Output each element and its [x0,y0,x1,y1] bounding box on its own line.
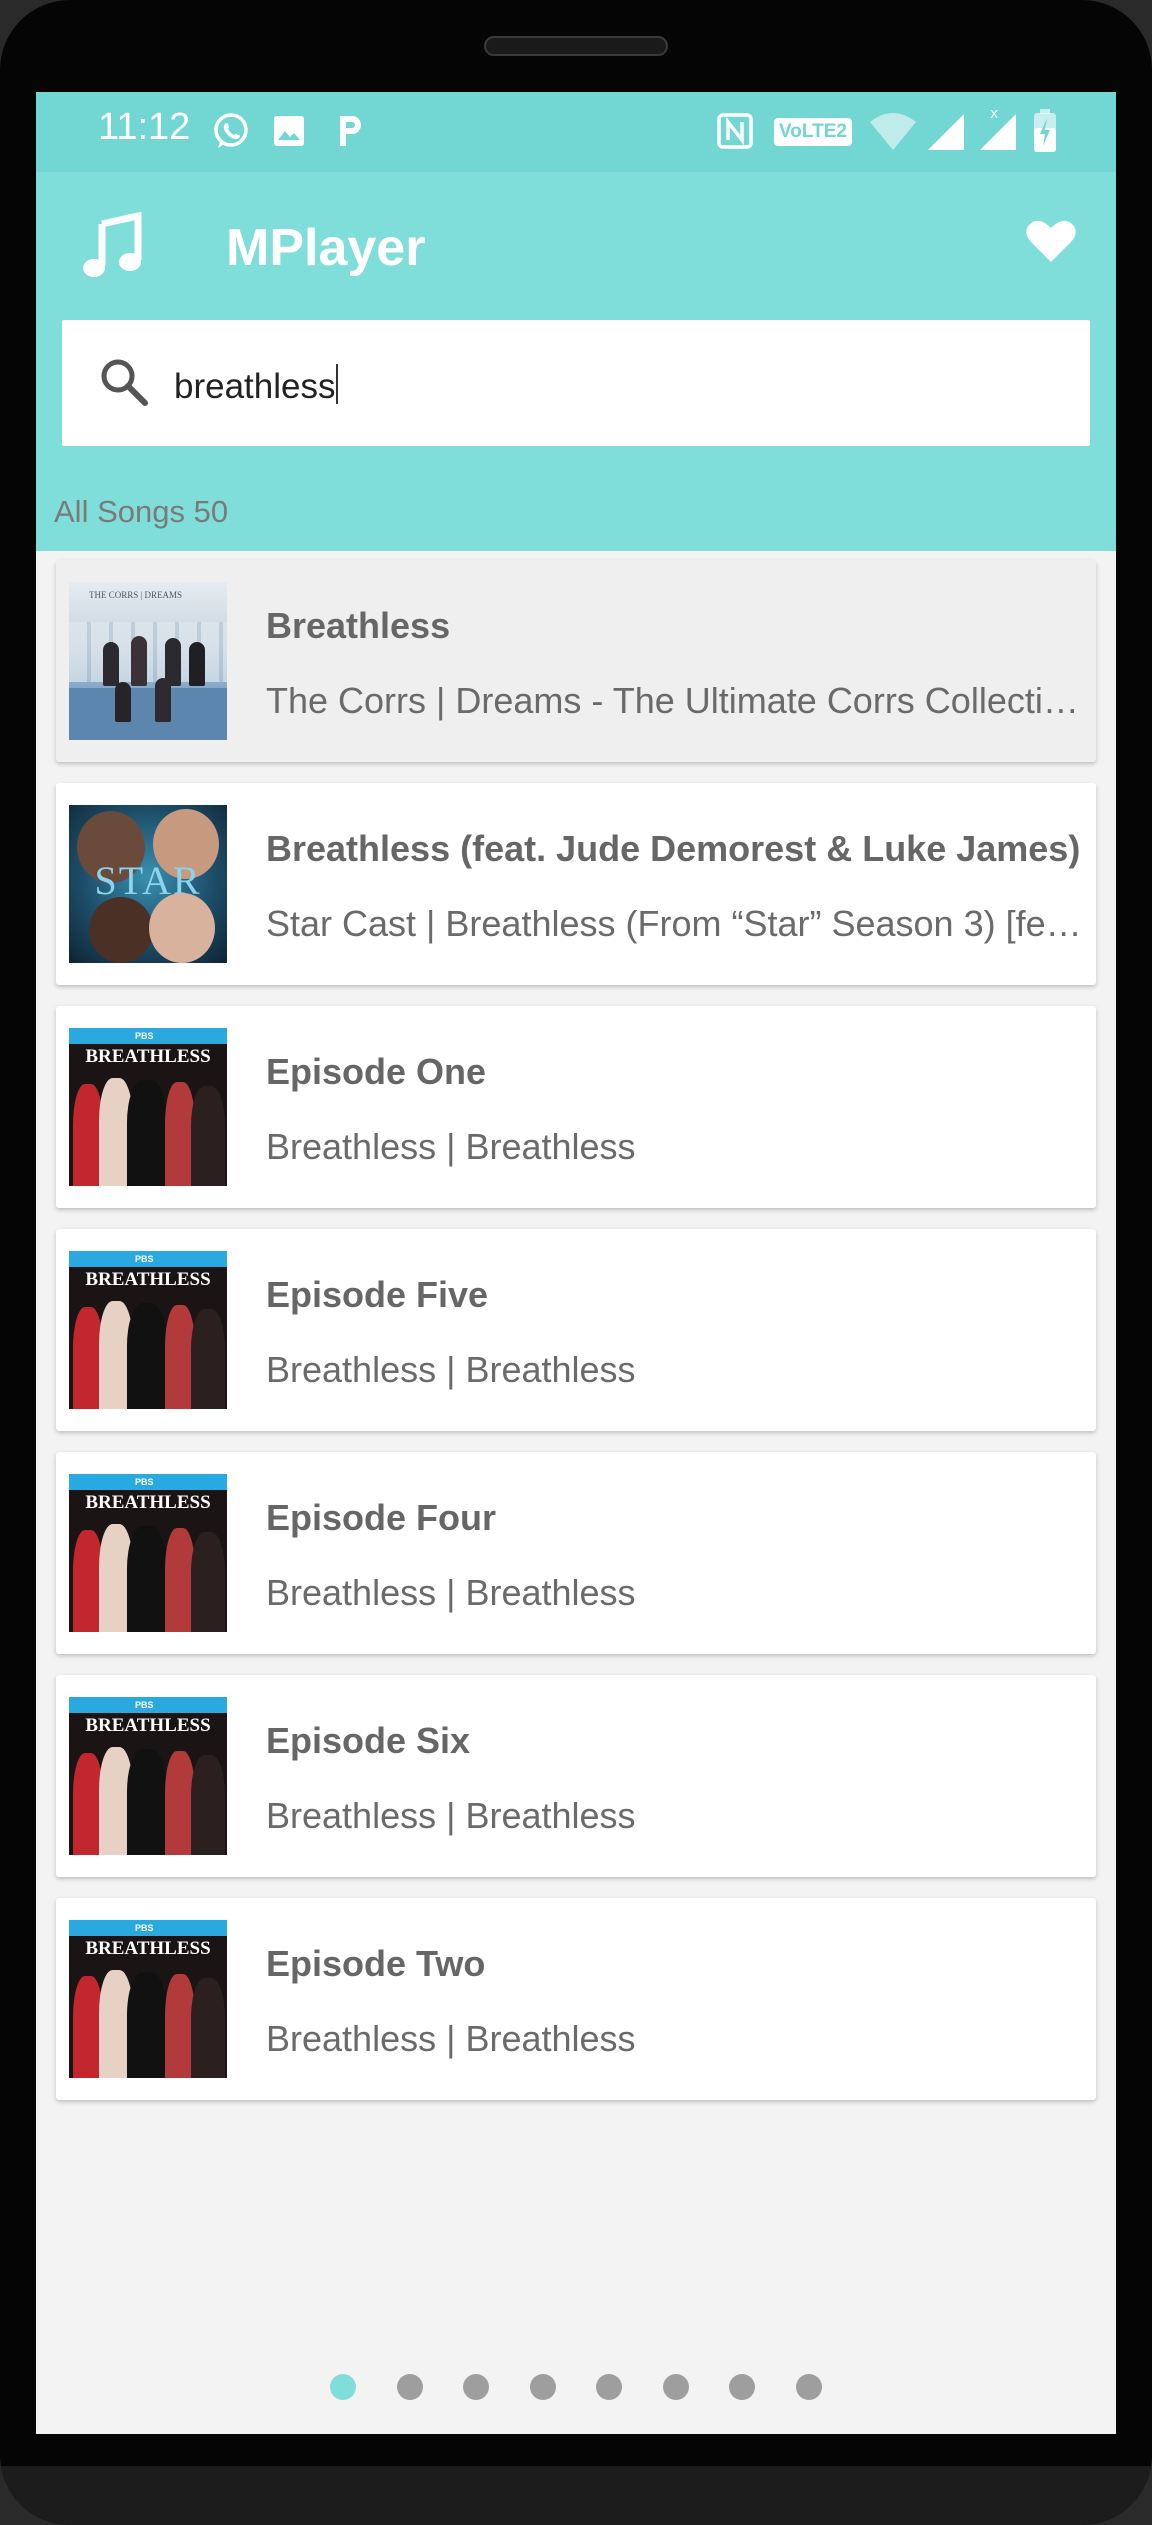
song-list-item[interactable]: PBS BREATHLESS Episode One Breathless | … [56,1006,1096,1208]
whatsapp-icon [214,113,248,148]
paytm-p-icon [340,116,361,146]
page-dot-5[interactable] [596,2374,623,2400]
song-list-item[interactable]: PBS BREATHLESS Episode Four Breathless |… [56,1452,1096,1654]
phone-frame: 11:12 VoLTE2 x MPlayer breathless All So… [0,0,1152,2525]
signal-2-icon: x [980,106,1016,150]
album-art-star-text: STAR [94,858,202,903]
phone-chin [0,2466,1152,2525]
song-list-item[interactable]: PBS BREATHLESS Episode Five Breathless |… [56,1229,1096,1431]
music-note-icon[interactable] [82,212,146,280]
svg-text:x: x [990,106,998,122]
song-subtitle: Breathless | Breathless [266,1572,636,1613]
heart-icon[interactable] [1026,218,1076,264]
search-value: breathless [174,367,336,406]
song-subtitle: Breathless | Breathless [266,1795,636,1836]
pbs-logo: PBS [135,1031,154,1041]
album-art-title: BREATHLESS [85,1269,211,1290]
song-title: Breathless [266,605,451,646]
album-art-caption: THE CORRS | DREAMS [89,590,183,600]
battery-icon [1034,109,1056,152]
text-cursor [336,364,339,404]
search-icon [101,359,148,406]
song-title: Episode Six [266,1720,471,1761]
song-list-item[interactable]: STAR Breathless (feat. Jude Demorest & L… [56,783,1096,985]
song-title: Episode Five [266,1274,489,1315]
album-art: THE CORRS | DREAMS [69,582,227,740]
signal-1-icon [928,114,964,150]
app-title: MPlayer [226,219,426,277]
all-songs-count-label: All Songs 50 [54,494,229,529]
song-subtitle: Star Cast | Breathless (From “Star” Seas… [266,903,1082,944]
page-dot-1[interactable] [330,2374,357,2400]
pbs-logo: PBS [135,1700,154,1710]
page-dot-6[interactable] [662,2374,689,2400]
status-time: 11:12 [98,106,191,148]
song-title: Episode Four [266,1497,497,1538]
song-list-item[interactable]: PBS BREATHLESS Episode Six Breathless | … [56,1675,1096,1877]
song-title: Episode Two [266,1943,486,1984]
song-subtitle: Breathless | Breathless [266,2018,636,2059]
wifi-icon [870,113,916,150]
song-list-item[interactable]: PBS BREATHLESS Episode Two Breathless | … [56,1898,1096,2100]
pbs-logo: PBS [135,1923,154,1933]
pbs-logo: PBS [135,1254,154,1264]
pbs-logo: PBS [135,1477,154,1487]
search-query-text[interactable]: breathless [174,364,339,407]
song-subtitle: The Corrs | Dreams - The Ultimate Corrs … [266,680,1082,721]
page-dot-2[interactable] [396,2374,423,2400]
song-title: Breathless (feat. Jude Demorest & Luke J… [266,828,1081,869]
song-subtitle: Breathless | Breathless [266,1349,636,1390]
page-dot-4[interactable] [529,2374,556,2400]
song-list-item[interactable]: THE CORRS | DREAMS Breathless The Corrs … [56,560,1096,762]
nfc-icon [717,113,753,149]
gallery-icon [274,116,304,146]
album-art-title: BREATHLESS [85,1046,211,1067]
volte-label: VoLTE2 [779,121,847,142]
album-art: PBS BREATHLESS [69,1920,227,2078]
song-title: Episode One [266,1051,487,1092]
album-art-title: BREATHLESS [85,1715,211,1736]
album-art: STAR [69,805,227,963]
page-dot-3[interactable] [463,2374,490,2400]
earpiece-speaker [484,36,668,56]
page-dot-7[interactable] [729,2374,756,2400]
app-screen: 11:12 VoLTE2 x MPlayer breathless All So… [36,92,1116,2434]
volte-badge: VoLTE2 [774,118,852,146]
status-bar: 11:12 VoLTE2 x [36,92,1116,172]
album-art: PBS BREATHLESS [69,1028,227,1186]
album-art: PBS BREATHLESS [69,1474,227,1632]
album-art-title: BREATHLESS [85,1492,211,1513]
album-art: PBS BREATHLESS [69,1697,227,1855]
page-dot-8[interactable] [795,2374,822,2400]
search-input[interactable]: breathless [62,320,1090,446]
song-subtitle: Breathless | Breathless [266,1126,636,1167]
page-indicator [36,2374,1116,2404]
album-art: PBS BREATHLESS [69,1251,227,1409]
song-list: THE CORRS | DREAMS Breathless The Corrs … [56,560,1096,2121]
album-art-title: BREATHLESS [85,1938,211,1959]
